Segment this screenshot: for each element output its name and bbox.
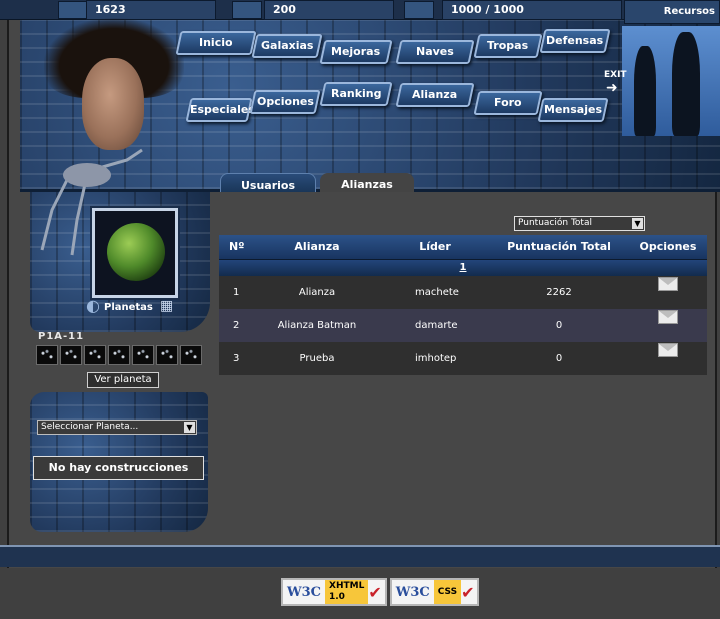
chevron-down-icon: ▼ — [184, 422, 195, 433]
css-label: CSS — [433, 580, 462, 604]
planet-thumbnail[interactable] — [84, 345, 106, 365]
planet-thumbnail[interactable] — [180, 345, 202, 365]
nav-foro[interactable]: Foro — [473, 91, 543, 115]
planet-thumbnail[interactable] — [132, 345, 154, 365]
avatar — [82, 58, 144, 150]
resource1-value: 1623 — [86, 0, 216, 20]
planet-image — [107, 223, 165, 281]
header-lider[interactable]: Líder — [381, 235, 489, 259]
mail-icon[interactable] — [658, 310, 678, 324]
header-opciones: Opciones — [639, 240, 697, 253]
row-number: 3 — [233, 353, 240, 364]
mail-icon[interactable] — [658, 277, 678, 291]
row-alianza[interactable]: Alianza — [253, 276, 381, 309]
bottom-bar — [0, 545, 720, 567]
grid-icon[interactable]: ▦ — [160, 298, 173, 314]
exit-arrow-icon: ➜ — [606, 80, 618, 96]
css-badge[interactable]: W3C CSS ✔ — [389, 578, 480, 606]
xhtml-label: XHTML 1.0 — [325, 580, 369, 604]
row-opciones — [629, 276, 707, 309]
validator-badges: W3C XHTML 1.0 ✔ W3C CSS ✔ — [281, 578, 480, 606]
w3c-logo: W3C — [287, 584, 321, 600]
nav-naves[interactable]: Naves — [395, 40, 475, 64]
exit-link[interactable]: EXIT — [604, 70, 627, 80]
exit-illustration[interactable] — [622, 26, 720, 136]
resource1-icon — [58, 1, 88, 19]
nav-especiales[interactable]: Especiales — [185, 98, 255, 122]
row-puntuacion: 0 — [555, 353, 563, 364]
tab-usuarios[interactable]: Usuarios — [220, 173, 316, 192]
silhouette-left — [634, 46, 656, 136]
planet-image-frame[interactable] — [92, 208, 178, 298]
planet-thumbnail[interactable] — [60, 345, 82, 365]
check-icon: ✔ — [368, 582, 382, 602]
chevron-down-icon: ▼ — [632, 218, 643, 229]
page-link[interactable]: 1 — [460, 262, 467, 273]
planet-thumbnail[interactable] — [36, 345, 58, 365]
nav-opciones[interactable]: Opciones — [249, 90, 321, 114]
mail-icon[interactable] — [658, 343, 678, 357]
sort-select-value: Puntuación Total — [518, 218, 592, 228]
nav-galaxias[interactable]: Galaxias — [251, 34, 323, 58]
w3c-logo: W3C — [395, 584, 430, 600]
table-row: 1 Alianza machete 2262 — [219, 276, 707, 309]
planet-select[interactable]: Seleccionar Planeta... ▼ — [37, 420, 197, 435]
ver-planeta-button[interactable]: Ver planeta — [87, 372, 159, 388]
planet-thumbnail[interactable] — [156, 345, 178, 365]
row-lider[interactable]: imhotep — [381, 342, 489, 375]
resource3-icon — [404, 1, 434, 19]
row-number: 1 — [233, 287, 240, 298]
sort-select[interactable]: Puntuación Total ▼ — [514, 216, 645, 231]
no-construcciones-box: No hay construcciones — [33, 456, 204, 480]
check-icon: ✔ — [461, 582, 475, 602]
row-number: 2 — [233, 320, 240, 331]
row-puntuacion: 0 — [555, 320, 563, 331]
silhouette-right — [672, 32, 700, 136]
row-lider[interactable]: damarte — [381, 309, 489, 342]
nav-defensas[interactable]: Defensas — [539, 29, 611, 53]
nav-tropas[interactable]: Tropas — [473, 34, 543, 58]
resource2-value: 200 — [264, 0, 394, 20]
planet-select-value: Seleccionar Planeta... — [41, 422, 139, 432]
row-opciones — [629, 309, 707, 342]
nav-inicio[interactable]: Inicio — [175, 31, 257, 55]
row-puntuacion: 2262 — [546, 287, 572, 298]
alliance-table: Nº Alianza Líder Puntuación Total Opcion… — [219, 235, 707, 375]
xhtml-badge[interactable]: W3C XHTML 1.0 ✔ — [281, 578, 387, 606]
table-row: 2 Alianza Batman damarte 0 — [219, 309, 707, 342]
resource3-value: 1000 / 1000 — [442, 0, 622, 20]
header-alianza[interactable]: Alianza — [253, 235, 381, 259]
row-opciones — [629, 342, 707, 375]
planet-coordinates: P1A-11 — [38, 331, 85, 342]
pagination: 1 — [219, 259, 707, 276]
header-n: Nº — [229, 240, 245, 253]
nav-ranking[interactable]: Ranking — [319, 82, 393, 106]
planet-small-icon: ◐ — [86, 296, 100, 315]
recursos-button[interactable]: Recursos — [624, 0, 720, 24]
row-lider[interactable]: machete — [381, 276, 489, 309]
nav-alianza[interactable]: Alianza — [395, 83, 475, 107]
row-alianza[interactable]: Prueba — [253, 342, 381, 375]
table-row: 3 Prueba imhotep 0 — [219, 342, 707, 375]
planetas-label: Planetas — [104, 302, 153, 313]
planet-thumbnail[interactable] — [108, 345, 130, 365]
nav-mensajes[interactable]: Mensajes — [537, 98, 609, 122]
planet-thumbnails — [36, 345, 202, 365]
tab-alianzas[interactable]: Alianzas — [320, 173, 414, 192]
row-alianza[interactable]: Alianza Batman — [253, 309, 381, 342]
table-header: Nº Alianza Líder Puntuación Total Opcion… — [219, 235, 707, 259]
nav-mejoras[interactable]: Mejoras — [319, 40, 393, 64]
resource2-icon — [232, 1, 262, 19]
header-puntuacion[interactable]: Puntuación Total — [489, 235, 629, 259]
